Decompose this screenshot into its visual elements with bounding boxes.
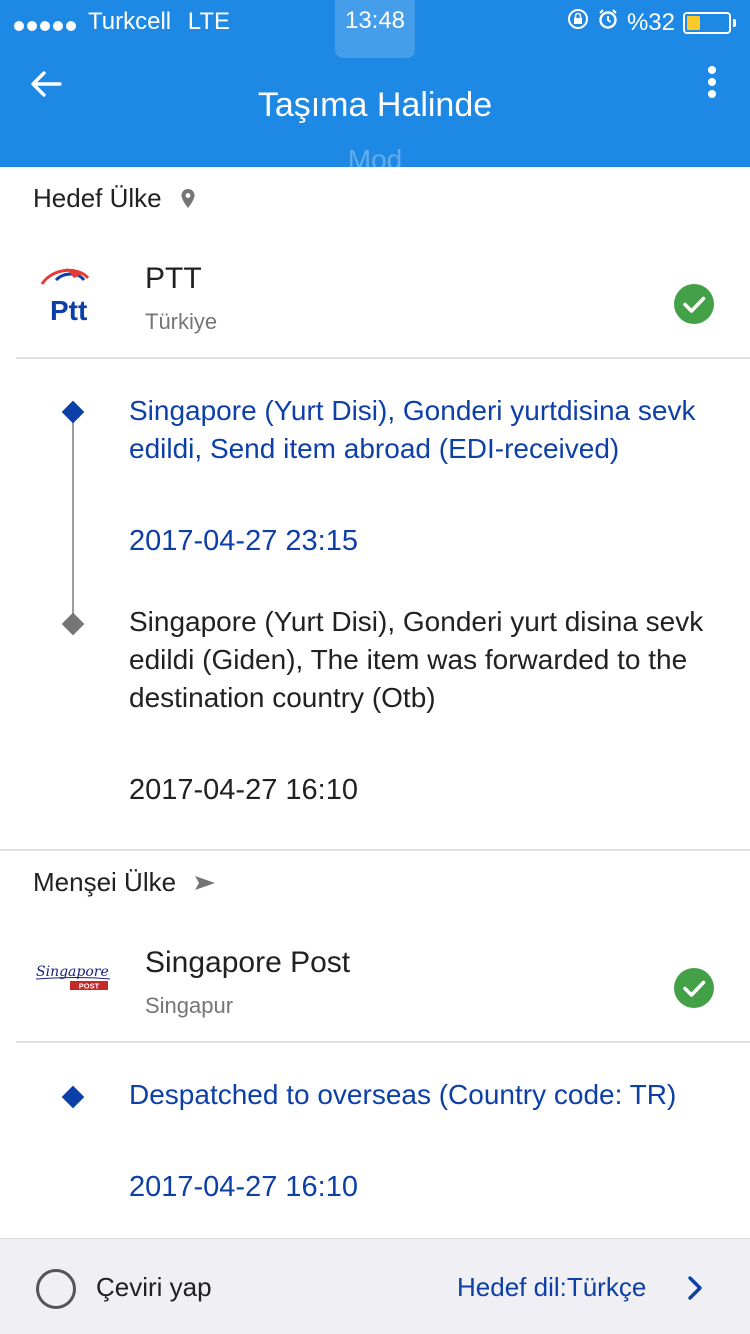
target-language-link[interactable]: Hedef dil:Türkçe bbox=[457, 1272, 646, 1303]
status-time: 13:48 bbox=[344, 7, 406, 34]
time-highlight: 13:48 bbox=[335, 0, 415, 58]
divider bbox=[16, 1041, 750, 1043]
destination-carrier-country: Türkiye bbox=[145, 309, 218, 334]
status-bar: Turkcell LTE 13:48 %32 bbox=[0, 0, 750, 58]
svg-text:Ptt: Ptt bbox=[50, 295, 87, 326]
event-datetime: 2017-04-27 23:15 bbox=[129, 525, 358, 557]
alarm-icon bbox=[597, 8, 619, 37]
destination-section-label: Hedef Ülke bbox=[33, 183, 196, 214]
timeline-marker bbox=[61, 1085, 85, 1109]
app-header: Turkcell LTE 13:48 %32 Taşıma Halinde Mo… bbox=[0, 0, 750, 175]
origin-label-text: Menşei Ülke bbox=[33, 867, 177, 897]
event-description: Singapore (Yurt Disi), Gonderi yurtdisin… bbox=[129, 395, 696, 464]
location-pin-icon bbox=[180, 188, 196, 210]
origin-carrier-name: Singapore Post bbox=[145, 946, 351, 979]
check-circle-icon bbox=[674, 968, 714, 1008]
origin-section-label: Menşei Ülke bbox=[33, 867, 216, 898]
singapore-post-logo: Singapore POST bbox=[34, 958, 114, 994]
network-type: LTE bbox=[187, 8, 231, 35]
event-description: Despatched to overseas (Country code: TR… bbox=[129, 1079, 677, 1110]
origin-carrier-country: Singapur bbox=[145, 993, 234, 1018]
more-vert-icon[interactable] bbox=[698, 66, 726, 106]
carrier-info: Turkcell LTE bbox=[88, 8, 230, 36]
battery-percent: %32 bbox=[626, 8, 675, 36]
svg-text:POST: POST bbox=[79, 982, 100, 991]
divider bbox=[16, 357, 750, 359]
battery-tip bbox=[733, 18, 736, 27]
status-right: %32 bbox=[567, 8, 736, 37]
event-datetime: 2017-04-27 16:10 bbox=[129, 1171, 358, 1203]
ghost-text: Mod bbox=[347, 144, 403, 175]
lock-rotation-icon bbox=[567, 8, 589, 37]
section-divider bbox=[0, 849, 750, 851]
translate-radio[interactable] bbox=[36, 1269, 76, 1309]
chevron-right-icon[interactable] bbox=[684, 1274, 706, 1302]
event-datetime: 2017-04-27 16:10 bbox=[129, 774, 358, 806]
ptt-logo: Ptt bbox=[38, 262, 110, 326]
destination-carrier-name: PTT bbox=[145, 262, 202, 295]
battery-icon bbox=[683, 11, 731, 34]
translation-bar: Çeviri yap Hedef dil:Türkçe bbox=[0, 1238, 750, 1334]
timeline-marker bbox=[61, 400, 85, 424]
page-title: Taşıma Halinde bbox=[257, 86, 493, 124]
timeline-line bbox=[72, 420, 74, 624]
timeline-marker bbox=[61, 612, 85, 636]
translate-label[interactable]: Çeviri yap bbox=[96, 1272, 212, 1303]
carrier-name: Turkcell bbox=[88, 8, 172, 35]
event-description: Singapore (Yurt Disi), Gonderi yurt disi… bbox=[129, 606, 704, 713]
send-arrow-icon bbox=[194, 874, 216, 892]
check-circle-icon bbox=[674, 284, 714, 324]
destination-label-text: Hedef Ülke bbox=[33, 183, 162, 213]
signal-strength-icon bbox=[14, 10, 79, 38]
battery-level bbox=[687, 15, 700, 30]
